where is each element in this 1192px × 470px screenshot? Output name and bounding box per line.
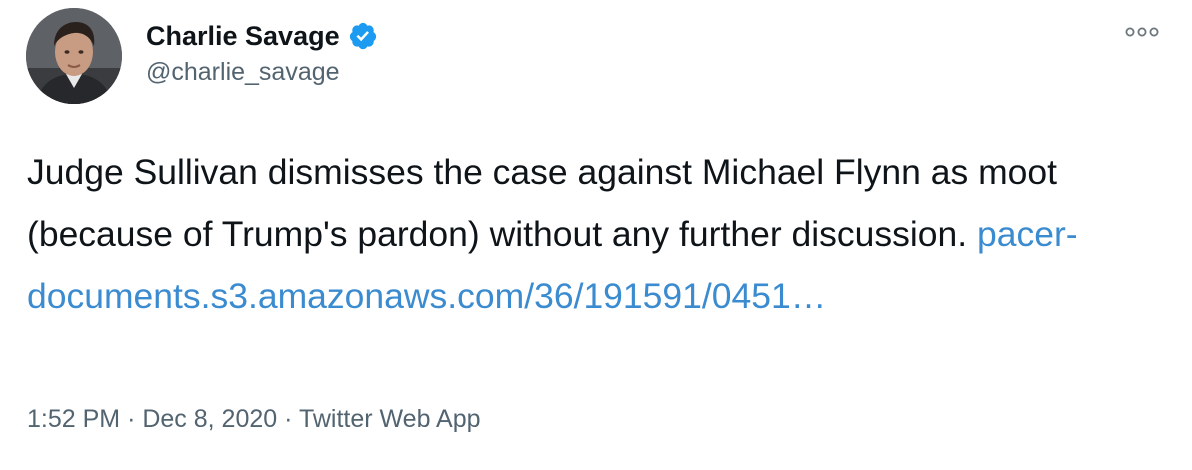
tweet-time[interactable]: 1:52 PM [27, 405, 120, 433]
tweet-body: Judge Sullivan dismisses the case agains… [27, 152, 1058, 254]
verified-badge-icon [348, 21, 378, 51]
author-handle[interactable]: @charlie_savage [146, 58, 340, 87]
tweet-link-part2: documents.s3.amazonaws.com/36/191591/045… [27, 276, 827, 316]
tweet-date[interactable]: Dec 8, 2020 [142, 405, 277, 433]
tweet-text: Judge Sullivan dismisses the case agains… [27, 141, 1177, 327]
author-name-row: Charlie Savage [146, 18, 378, 54]
more-options-icon[interactable] [1124, 22, 1160, 42]
tweet-meta: 1:52 PM · Dec 8, 2020 · Twitter Web App [27, 405, 481, 434]
avatar[interactable] [26, 8, 122, 104]
tweet-card: Charlie Savage @charlie_savage Judge Sul… [0, 0, 1192, 470]
author-display-name[interactable]: Charlie Savage [146, 21, 340, 52]
meta-separator: · [127, 405, 136, 433]
meta-separator: · [284, 405, 293, 433]
tweet-source[interactable]: Twitter Web App [299, 405, 481, 433]
tweet-link-part1: pacer- [976, 214, 1078, 254]
profile-photo-icon [26, 8, 122, 104]
